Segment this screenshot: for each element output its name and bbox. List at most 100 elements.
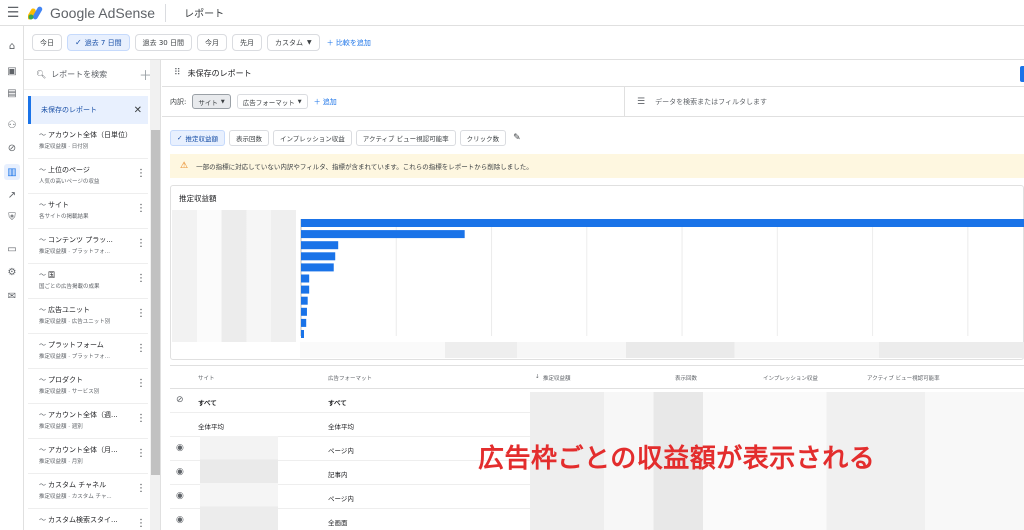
table-header: サイト 広告フォーマット ↓ 推定収益額 表示回数 インプレッション収益 アクテ… bbox=[170, 365, 1024, 389]
search-input[interactable]: レポートを検索 bbox=[51, 69, 107, 80]
more-vert-icon[interactable]: ⋮ bbox=[136, 378, 146, 389]
col-header-impressions[interactable]: 表示回数 bbox=[675, 374, 697, 382]
saved-report-item[interactable]: 〜プラットフォーム 推定収益額 · プラットフォ... ⋮ bbox=[28, 334, 148, 369]
col-header-impression-rpm[interactable]: インプレッション収益 bbox=[763, 374, 818, 382]
col-header-site[interactable]: サイト bbox=[198, 374, 215, 382]
metric-chip-active-view[interactable]: アクティブ ビュー視認可能率 bbox=[355, 130, 456, 146]
chart-bar[interactable] bbox=[301, 330, 304, 338]
sort-down-icon[interactable]: ↓ bbox=[535, 374, 540, 380]
more-vert-icon[interactable]: ⋮ bbox=[136, 273, 146, 284]
date-chip-this-month[interactable]: 今月 bbox=[196, 34, 227, 51]
more-vert-icon[interactable]: ⋮ bbox=[136, 518, 146, 529]
saved-report-item[interactable]: 〜上位のページ 人気の高いページの収益 ⋮ bbox=[28, 159, 148, 194]
saved-report-item[interactable]: 〜広告ユニット 推定収益額 · 広告ユニット別 ⋮ bbox=[28, 299, 148, 334]
payments-icon[interactable]: ▭ bbox=[4, 241, 20, 257]
chart-bar[interactable] bbox=[301, 307, 307, 316]
col-header-active-view[interactable]: アクティブ ビュー視認可能率 bbox=[867, 374, 940, 382]
chart-bar[interactable] bbox=[301, 219, 1024, 227]
chart-bar[interactable] bbox=[301, 263, 334, 272]
unsaved-report-label: 未保存のレポート bbox=[41, 106, 97, 114]
report-search[interactable]: 🔍︎ レポートを検索 ＋ bbox=[24, 60, 160, 90]
saved-report-title-text: カスタム検索スタイ... bbox=[48, 516, 118, 524]
feedback-icon[interactable]: ✉ bbox=[4, 288, 20, 304]
more-vert-icon[interactable]: ⋮ bbox=[136, 483, 146, 494]
saved-report-item[interactable]: 〜アカウント全体（週... 推定収益額 · 週別 ⋮ bbox=[28, 404, 148, 439]
eye-icon[interactable]: ◉ bbox=[176, 515, 184, 525]
saved-report-item[interactable]: 〜カスタム検索スタイ... ⋮ bbox=[28, 509, 148, 530]
chart-bar[interactable] bbox=[301, 318, 307, 327]
date-chip-today[interactable]: 今日 bbox=[32, 34, 62, 51]
settings-icon[interactable]: ⚙ bbox=[4, 264, 20, 280]
chart-bar[interactable] bbox=[301, 241, 339, 250]
more-vert-icon[interactable]: ⋮ bbox=[136, 308, 146, 319]
eye-icon[interactable]: ◉ bbox=[176, 467, 184, 477]
metric-chip-estimated-earnings[interactable]: ✓ 推定収益額 bbox=[170, 130, 225, 146]
chip-label: 先月 bbox=[239, 38, 254, 47]
saved-report-item[interactable]: 〜アカウント全体（日単位） 推定収益額 · 日付別 bbox=[28, 124, 148, 159]
metric-label: アクティブ ビュー視認可能率 bbox=[362, 135, 449, 143]
add-comparison-link[interactable]: ＋ 比較を追加 bbox=[327, 38, 371, 48]
metric-label: インプレッション収益 bbox=[279, 135, 345, 143]
saved-report-subtitle: 推定収益額 · プラットフォ... bbox=[39, 249, 110, 255]
more-vert-icon[interactable]: ⋮ bbox=[136, 413, 146, 424]
home-icon[interactable]: ⌂ bbox=[4, 38, 20, 54]
dimension-ad-format-dropdown[interactable]: 広告フォーマット ▼ bbox=[236, 94, 308, 109]
chart-bar[interactable] bbox=[301, 230, 465, 239]
close-icon[interactable]: ✕ bbox=[134, 105, 142, 116]
saved-report-item[interactable]: 〜コンテンツ プラッ... 推定収益額 · プラットフォ... ⋮ bbox=[28, 229, 148, 264]
sidebar-scrollbar[interactable] bbox=[150, 60, 160, 530]
metric-chip-impressions[interactable]: 表示回数 bbox=[228, 130, 269, 146]
chart-bar[interactable] bbox=[301, 296, 308, 305]
ads-icon[interactable]: ▣ bbox=[4, 63, 20, 79]
metric-chip-impression-rpm[interactable]: インプレッション収益 bbox=[272, 130, 352, 146]
reports-icon[interactable]: ▥ bbox=[4, 164, 20, 180]
more-vert-icon[interactable]: ⋮ bbox=[136, 203, 146, 214]
eye-icon[interactable]: ◉ bbox=[176, 443, 184, 453]
date-chip-last-month[interactable]: 先月 bbox=[231, 34, 262, 51]
eye-off-icon[interactable]: ⊘ bbox=[176, 395, 184, 405]
saved-report-title: 〜カスタム検索スタイ... bbox=[39, 515, 148, 525]
policy-icon[interactable]: ⛨ bbox=[4, 209, 20, 225]
adsense-logo[interactable]: Google AdSense bbox=[28, 5, 155, 21]
saved-reports-sidebar: 🔍︎ レポートを検索 ＋ 未保存のレポート ✕ 〜アカウント全体（日単位） 推定収… bbox=[24, 60, 161, 530]
saved-report-item[interactable]: 〜国国ごとの広告掲載の成果 ⋮ bbox=[28, 264, 148, 299]
filter-search[interactable]: ☰ データを検索またはフィルタします bbox=[624, 87, 767, 117]
report-title: 未保存のレポート bbox=[187, 68, 252, 78]
scrollbar-thumb[interactable] bbox=[151, 130, 160, 475]
eye-icon[interactable]: ◉ bbox=[176, 491, 184, 501]
saved-report-item[interactable]: 〜サイト 各サイトの掲載結果 ⋮ bbox=[28, 194, 148, 229]
saved-report-item[interactable]: 〜プロダクト 推定収益額 · サービス別 ⋮ bbox=[28, 369, 148, 404]
blocking-icon[interactable]: ⊘ bbox=[4, 140, 20, 156]
more-vert-icon[interactable]: ⋮ bbox=[136, 168, 146, 179]
date-chip-custom[interactable]: カスタム ▼ bbox=[266, 34, 320, 51]
more-vert-icon[interactable]: ⋮ bbox=[136, 448, 146, 459]
metric-chip-clicks[interactable]: クリック数 bbox=[459, 130, 507, 146]
more-vert-icon[interactable]: ⋮ bbox=[136, 238, 146, 249]
saved-report-item[interactable]: 〜カスタム チャネル 推定収益額 · カスタム チャ... ⋮ bbox=[28, 474, 148, 509]
sites-icon[interactable]: ▤ bbox=[4, 85, 20, 101]
save-button-edge[interactable] bbox=[1020, 66, 1024, 82]
add-dimension-link[interactable]: ＋ 追加 bbox=[314, 97, 337, 107]
more-vert-icon[interactable]: ⋮ bbox=[136, 343, 146, 354]
col-header-ad-format[interactable]: 広告フォーマット bbox=[328, 374, 372, 382]
report-trend-icon: 〜 bbox=[39, 131, 46, 139]
date-chip-last-7-days[interactable]: ✓ 過去 7 日間 bbox=[67, 34, 130, 51]
search-icon: 🔍︎ bbox=[36, 70, 47, 79]
menu-icon[interactable]: ☰ bbox=[0, 0, 26, 26]
grid-icon[interactable]: ⠿ bbox=[174, 68, 181, 78]
date-chip-last-30-days[interactable]: 過去 30 日間 bbox=[134, 34, 192, 51]
chart-bar[interactable] bbox=[301, 285, 310, 294]
col-header-estimated-earnings[interactable]: 推定収益額 bbox=[543, 374, 571, 382]
dimension-site-dropdown[interactable]: サイト ▼ bbox=[192, 94, 231, 109]
unsaved-report-item[interactable]: 未保存のレポート ✕ bbox=[28, 96, 148, 124]
privacy-icon[interactable]: ⚇ bbox=[4, 117, 20, 133]
saved-report-title: 〜アカウント全体（月... bbox=[39, 445, 148, 455]
edit-metrics-icon[interactable]: ✎ bbox=[513, 133, 521, 143]
optimization-icon[interactable]: ↗ bbox=[4, 187, 20, 203]
chart-bar[interactable] bbox=[301, 274, 310, 283]
saved-report-title: 〜広告ユニット bbox=[39, 305, 148, 315]
filter-input[interactable]: データを検索またはフィルタします bbox=[655, 97, 767, 107]
metric-chips: ✓ 推定収益額 表示回数 インプレッション収益 アクティブ ビュー視認可能率 クリ… bbox=[170, 130, 521, 146]
saved-report-item[interactable]: 〜アカウント全体（月... 推定収益額 · 月別 ⋮ bbox=[28, 439, 148, 474]
chart-bar[interactable] bbox=[301, 252, 336, 261]
